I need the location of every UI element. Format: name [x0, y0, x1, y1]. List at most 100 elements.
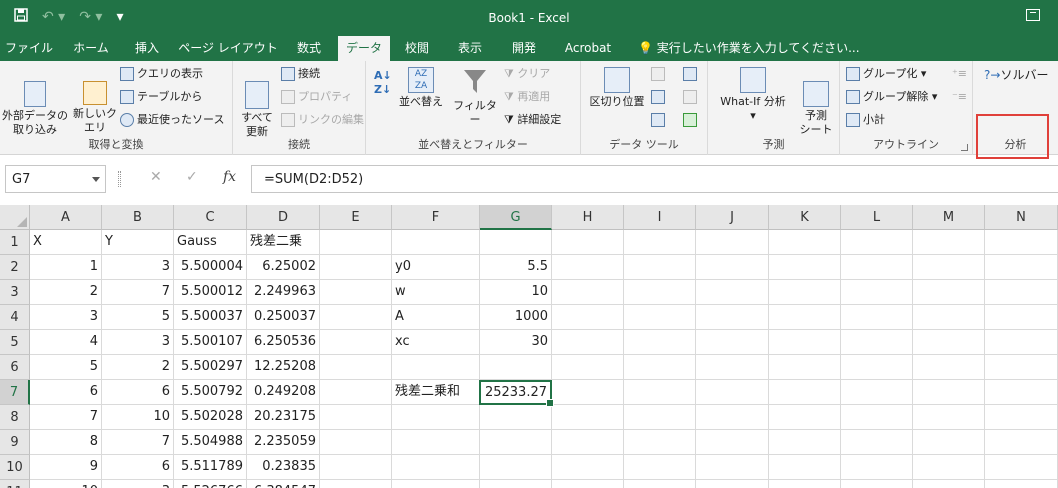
cell-m10[interactable] — [913, 455, 985, 480]
cell-i2[interactable] — [624, 255, 696, 280]
cell-h10[interactable] — [552, 455, 624, 480]
row-header[interactable]: 11 — [0, 480, 30, 488]
row-header[interactable]: 10 — [0, 455, 30, 480]
cell-g3[interactable]: 10 — [480, 280, 552, 305]
recent-sources-button[interactable]: 最近使ったソース — [120, 113, 224, 127]
cell-g7[interactable]: 25233.27 — [479, 380, 554, 407]
cell-k10[interactable] — [769, 455, 841, 480]
data-validation-icon[interactable] — [651, 113, 665, 127]
get-external-data-button[interactable]: 外部データの 取り込み — [2, 67, 68, 137]
cell-m7[interactable] — [913, 380, 985, 405]
cell-j8[interactable] — [696, 405, 769, 430]
cell-a9[interactable]: 8 — [30, 430, 102, 455]
cell-e4[interactable] — [320, 305, 392, 330]
cell-n6[interactable] — [985, 355, 1058, 380]
cell-b3[interactable]: 7 — [102, 280, 174, 305]
what-if-analysis-button[interactable]: What-If 分析 ▾ — [714, 67, 792, 123]
cell-n3[interactable] — [985, 280, 1058, 305]
cell-g10[interactable] — [480, 455, 552, 480]
tell-me-box[interactable]: 💡 実行したい作業を入力してください... — [638, 36, 860, 61]
cell-h2[interactable] — [552, 255, 624, 280]
column-header-b[interactable]: B — [102, 205, 174, 230]
cell-l1[interactable] — [841, 230, 913, 255]
cell-k1[interactable] — [769, 230, 841, 255]
data-model-icon[interactable] — [683, 113, 697, 127]
new-query-button[interactable]: 新しいク エリ — [70, 67, 120, 135]
column-header-n[interactable]: N — [985, 205, 1058, 230]
advanced-filter-button[interactable]: ⧩ 詳細設定 — [504, 113, 561, 127]
cell-a5[interactable]: 4 — [30, 330, 102, 355]
cell-c1[interactable]: Gauss — [174, 230, 247, 255]
solver-button[interactable]: ?→ソルバー — [984, 68, 1048, 82]
flash-fill-icon[interactable] — [651, 67, 665, 81]
column-header-d[interactable]: D — [247, 205, 320, 230]
tab-developer[interactable]: 開発 — [500, 36, 548, 61]
cell-h11[interactable] — [552, 480, 624, 488]
cell-l9[interactable] — [841, 430, 913, 455]
cell-c7[interactable]: 5.500792 — [174, 380, 247, 405]
cell-d11[interactable]: 6.384547 — [247, 480, 320, 488]
tab-formulas[interactable]: 数式 — [284, 36, 334, 61]
cell-h8[interactable] — [552, 405, 624, 430]
cell-d8[interactable]: 20.23175 — [247, 405, 320, 430]
column-header-j[interactable]: J — [696, 205, 769, 230]
cell-h4[interactable] — [552, 305, 624, 330]
cell-e5[interactable] — [320, 330, 392, 355]
cell-l2[interactable] — [841, 255, 913, 280]
cell-g9[interactable] — [480, 430, 552, 455]
row-header[interactable]: 2 — [0, 255, 30, 280]
cell-l8[interactable] — [841, 405, 913, 430]
cell-k7[interactable] — [769, 380, 841, 405]
group-button[interactable]: グループ化 ▾ — [846, 67, 926, 81]
cell-f4[interactable]: A — [392, 305, 480, 330]
column-header-l[interactable]: L — [841, 205, 913, 230]
cell-a11[interactable]: 10 — [30, 480, 102, 488]
ungroup-button[interactable]: グループ解除 ▾ — [846, 90, 937, 104]
cell-l10[interactable] — [841, 455, 913, 480]
cell-i5[interactable] — [624, 330, 696, 355]
cell-f3[interactable]: w — [392, 280, 480, 305]
cell-i11[interactable] — [624, 480, 696, 488]
cell-b11[interactable]: 3 — [102, 480, 174, 488]
cell-g11[interactable] — [480, 480, 552, 488]
refresh-all-button[interactable]: すべて 更新 — [237, 67, 277, 139]
cell-b7[interactable]: 6 — [102, 380, 174, 405]
cell-m2[interactable] — [913, 255, 985, 280]
tab-data[interactable]: データ — [338, 36, 390, 61]
cell-c5[interactable]: 5.500107 — [174, 330, 247, 355]
cell-e6[interactable] — [320, 355, 392, 380]
cell-j2[interactable] — [696, 255, 769, 280]
chevron-down-icon[interactable] — [92, 177, 100, 182]
remove-duplicates-icon[interactable] — [651, 90, 665, 104]
cell-g4[interactable]: 1000 — [480, 305, 552, 330]
cell-e1[interactable] — [320, 230, 392, 255]
cell-d6[interactable]: 12.25208 — [247, 355, 320, 380]
tab-acrobat[interactable]: Acrobat — [556, 36, 620, 61]
cell-c6[interactable]: 5.500297 — [174, 355, 247, 380]
cell-f8[interactable] — [392, 405, 480, 430]
cell-b6[interactable]: 2 — [102, 355, 174, 380]
cell-k5[interactable] — [769, 330, 841, 355]
cell-l5[interactable] — [841, 330, 913, 355]
cell-a3[interactable]: 2 — [30, 280, 102, 305]
cell-a1[interactable]: X — [30, 230, 102, 255]
cell-e8[interactable] — [320, 405, 392, 430]
cell-g5[interactable]: 30 — [480, 330, 552, 355]
cell-l3[interactable] — [841, 280, 913, 305]
cell-j9[interactable] — [696, 430, 769, 455]
show-queries-button[interactable]: クエリの表示 — [120, 67, 203, 81]
cell-d7[interactable]: 0.249208 — [247, 380, 320, 405]
cell-a7[interactable]: 6 — [30, 380, 102, 405]
cell-m9[interactable] — [913, 430, 985, 455]
tab-page-layout[interactable]: ページ レイアウト — [176, 36, 280, 61]
cell-g8[interactable] — [480, 405, 552, 430]
cell-h7[interactable] — [552, 380, 624, 405]
cell-e2[interactable] — [320, 255, 392, 280]
cell-c11[interactable]: 5.526766 — [174, 480, 247, 488]
forecast-sheet-button[interactable]: 予測 シート — [796, 67, 836, 137]
cell-f6[interactable] — [392, 355, 480, 380]
cell-a4[interactable]: 3 — [30, 305, 102, 330]
cell-i1[interactable] — [624, 230, 696, 255]
cell-i6[interactable] — [624, 355, 696, 380]
cell-d1[interactable]: 残差二乗 — [247, 230, 320, 255]
